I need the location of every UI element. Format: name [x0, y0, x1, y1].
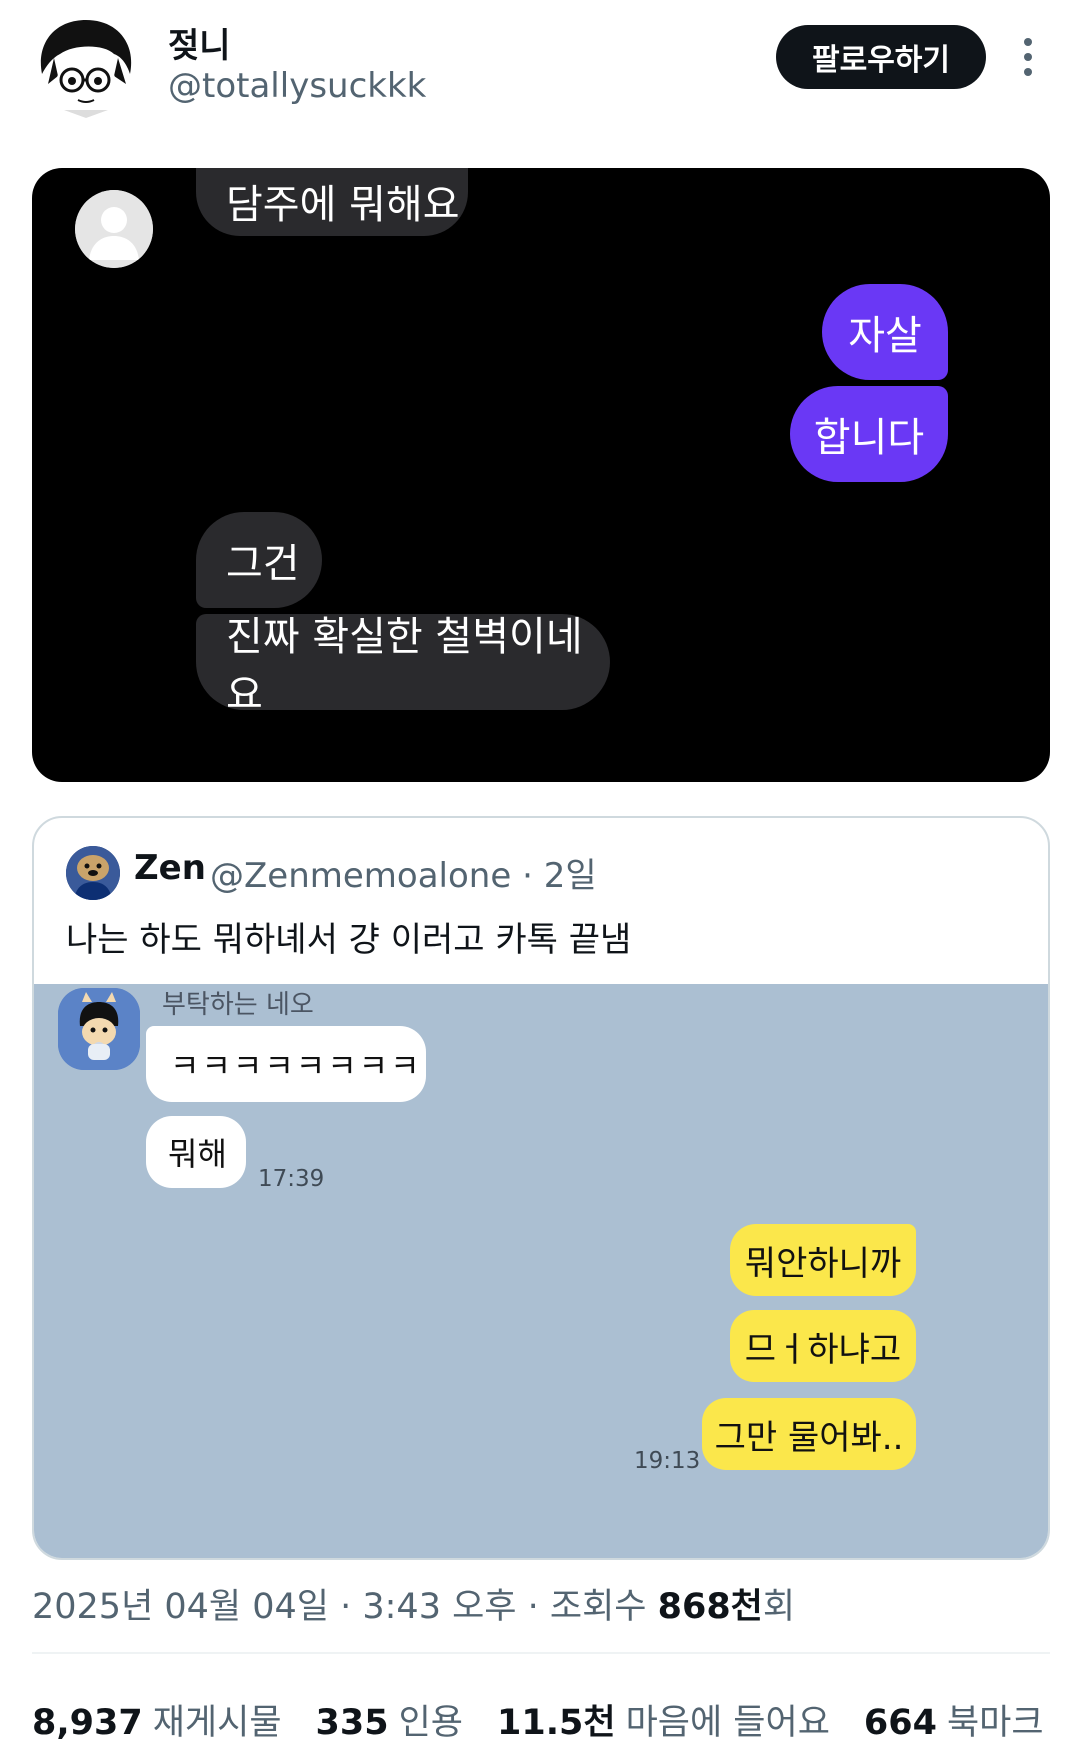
kakao-bubble-text: 그만 물어봐.. — [714, 1417, 904, 1458]
stat-value: 11.5천 — [497, 1703, 616, 1743]
chat-bubble-other: 진짜 확실한 철벽이네요 — [196, 614, 610, 718]
author-display-name[interactable]: 젖니 — [168, 18, 231, 67]
neo-profile-icon — [58, 988, 140, 1070]
kakao-bubble-incoming: ㅋㅋㅋㅋㅋㅋㅋㅋ — [146, 1026, 426, 1102]
dark-chat-image[interactable]: 담주에 뭐해요 자살 합니다 그건 진짜 확실한 철벽이네요 — [32, 168, 1050, 782]
quote-author-meta: @Zenmemoalone · 2일 — [210, 856, 597, 896]
chat-bubble-text: 자살 — [848, 313, 922, 359]
kakao-sender-name: 부탁하는 네오 — [162, 990, 314, 1020]
stat-label: 마음에 들어요 — [625, 1703, 830, 1743]
kakao-bubble-text: ㅋㅋㅋㅋㅋㅋㅋㅋ — [170, 1047, 422, 1085]
avatar-illustration-icon — [34, 14, 138, 118]
chat-bubble-text: 합니다 — [813, 415, 925, 461]
quote-author-name: Zen — [134, 848, 206, 888]
kakao-bubble-text: 뭐해 — [168, 1135, 227, 1173]
kakao-bubble-incoming: 뭐해 — [146, 1116, 246, 1188]
kakao-timestamp: 17:39 — [258, 1166, 325, 1192]
like-count[interactable]: 11.5천 마음에 들어요 — [497, 1694, 830, 1745]
author-handle[interactable]: @totallysuckkk — [168, 66, 426, 106]
default-profile-icon — [75, 190, 153, 268]
quote-author-avatar — [66, 846, 120, 900]
kakao-bubble-text: 뭐안하니까 — [744, 1243, 902, 1284]
quoted-tweet[interactable]: Zen @Zenmemoalone · 2일 나는 하도 뭐하녜서 걍 이러고 … — [32, 816, 1050, 1560]
kakao-bubble-outgoing: 므ㅓ하냐고 — [730, 1310, 916, 1382]
kakao-timestamp: 19:13 — [634, 1448, 701, 1474]
stat-value: 8,937 — [32, 1703, 143, 1743]
chat-bubble-text: 그건 — [226, 541, 300, 587]
follow-button[interactable]: 팔로우하기 — [776, 25, 986, 89]
quote-text: 나는 하도 뭐하녜서 걍 이러고 카톡 끝냄 — [66, 920, 632, 960]
chat-bubble-mine: 합니다 — [790, 386, 948, 482]
stat-label: 재게시물 — [152, 1703, 282, 1743]
kakao-bubble-text: 므ㅓ하냐고 — [744, 1329, 902, 1370]
view-count-suffix: 회 — [762, 1587, 796, 1627]
tweet-header: 젖니 @totallysuckkk 팔로우하기 — [0, 0, 1080, 140]
chat-bubble-text: 담주에 뭐해요 — [226, 182, 460, 228]
kakao-chat-image[interactable]: 부탁하는 네오 ㅋㅋㅋㅋㅋㅋㅋㅋ 뭐해 17:39 뭐안하니까 므ㅓ하냐고 그만… — [34, 984, 1048, 1558]
stat-label: 북마크 — [946, 1703, 1044, 1743]
divider — [32, 1652, 1050, 1654]
repost-count[interactable]: 8,937 재게시물 — [32, 1694, 282, 1745]
chat-bubble-text: 진짜 확실한 철벽이네요 — [226, 614, 583, 718]
chat-bubble-other: 담주에 뭐해요 — [196, 168, 468, 236]
chat-bubble-other: 그건 — [196, 512, 322, 608]
bookmark-count[interactable]: 664 북마크 — [864, 1694, 1044, 1745]
kakao-bubble-outgoing: 그만 물어봐.. — [702, 1398, 916, 1470]
kakao-bubble-outgoing: 뭐안하니까 — [730, 1224, 916, 1296]
more-options-icon[interactable] — [1010, 34, 1046, 80]
engagement-stats: 8,937 재게시물 335 인용 11.5천 마음에 들어요 664 북마크 — [32, 1694, 1044, 1745]
timestamp-text: 2025년 04월 04일 · 3:43 오후 · 조회수 — [32, 1587, 658, 1627]
quote-count[interactable]: 335 인용 — [316, 1694, 463, 1745]
stat-value: 335 — [315, 1703, 389, 1743]
view-count: 868천 — [657, 1587, 763, 1627]
stat-value: 664 — [863, 1703, 937, 1743]
author-avatar[interactable] — [34, 14, 138, 118]
chat-bubble-mine: 자살 — [822, 284, 948, 380]
tweet-timestamp[interactable]: 2025년 04월 04일 · 3:43 오후 · 조회수 868천회 — [32, 1578, 795, 1629]
stat-label: 인용 — [398, 1703, 463, 1743]
